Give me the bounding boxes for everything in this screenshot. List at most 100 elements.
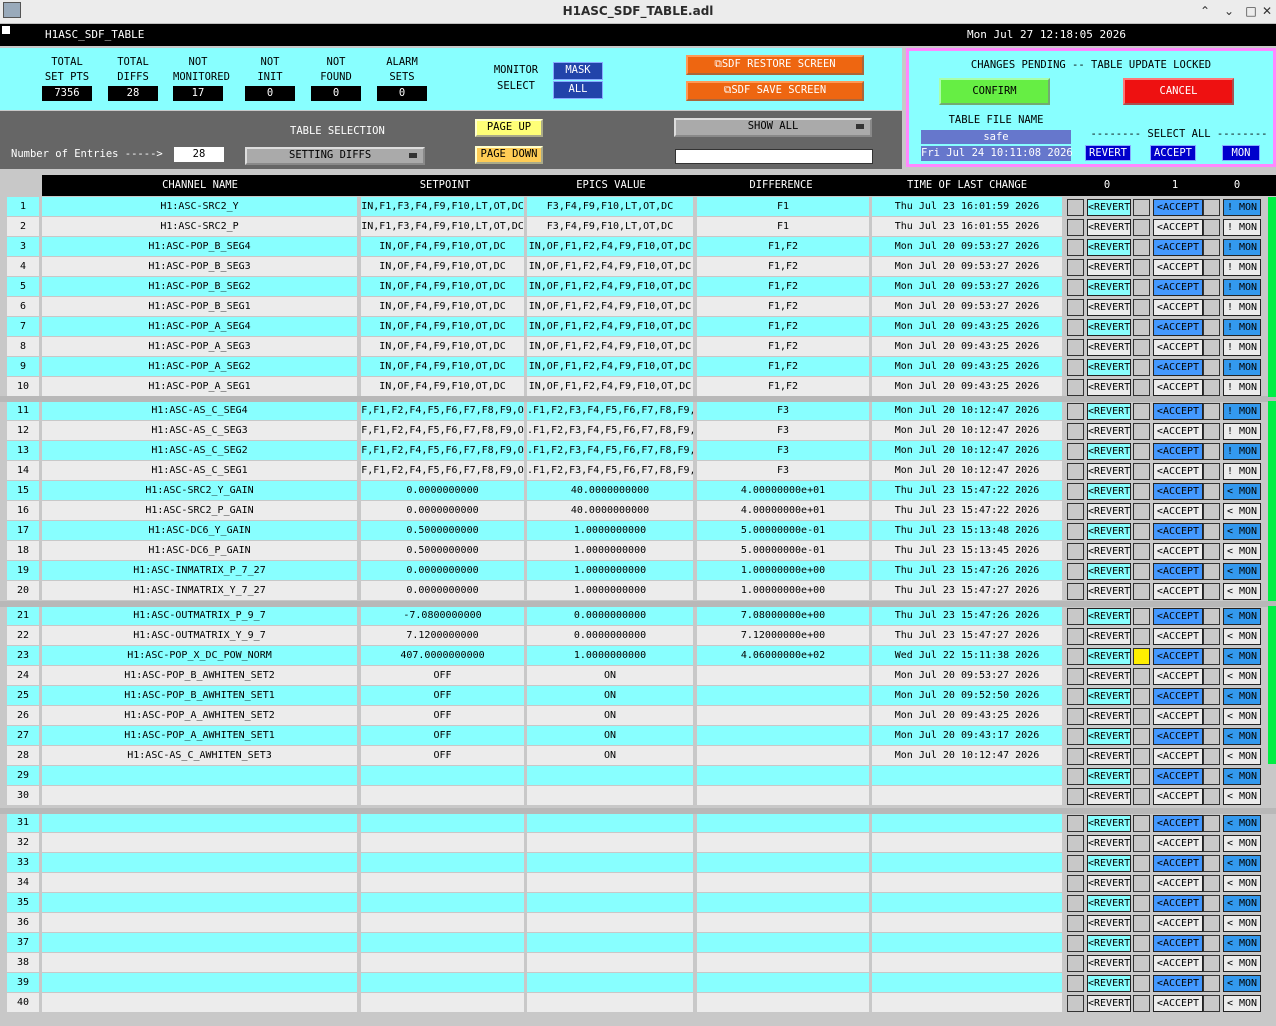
accept-checkbox[interactable] (1133, 199, 1150, 216)
mon-button[interactable]: ! MON (1223, 219, 1261, 236)
revert-button[interactable]: <REVERT (1087, 563, 1131, 580)
mon-button[interactable]: < MON (1223, 875, 1261, 892)
mon-button[interactable]: < MON (1223, 708, 1261, 725)
revert-checkbox[interactable] (1067, 975, 1084, 992)
revert-checkbox[interactable] (1067, 259, 1084, 276)
revert-checkbox[interactable] (1067, 628, 1084, 645)
mon-button[interactable]: < MON (1223, 995, 1261, 1012)
accept-checkbox[interactable] (1133, 359, 1150, 376)
revert-button[interactable]: <REVERT (1087, 995, 1131, 1012)
accept-checkbox[interactable] (1133, 403, 1150, 420)
revert-button[interactable]: <REVERT (1087, 628, 1131, 645)
revert-checkbox[interactable] (1067, 199, 1084, 216)
revert-button[interactable]: <REVERT (1087, 219, 1131, 236)
accept-checkbox[interactable] (1133, 875, 1150, 892)
revert-checkbox[interactable] (1067, 708, 1084, 725)
revert-checkbox[interactable] (1067, 339, 1084, 356)
accept-checkbox[interactable] (1133, 379, 1150, 396)
revert-checkbox[interactable] (1067, 815, 1084, 832)
accept-button[interactable]: <ACCEPT (1153, 708, 1203, 725)
accept-button[interactable]: <ACCEPT (1153, 219, 1203, 236)
show-all-menu[interactable]: SHOW ALL (674, 118, 872, 137)
accept-checkbox[interactable] (1133, 935, 1150, 952)
mon-button[interactable]: ! MON (1223, 359, 1261, 376)
revert-button[interactable]: <REVERT (1087, 523, 1131, 540)
mon-checkbox[interactable] (1203, 815, 1220, 832)
accept-button[interactable]: <ACCEPT (1153, 583, 1203, 600)
revert-button[interactable]: <REVERT (1087, 955, 1131, 972)
accept-checkbox[interactable] (1133, 583, 1150, 600)
accept-checkbox[interactable] (1133, 895, 1150, 912)
accept-checkbox[interactable] (1133, 915, 1150, 932)
revert-checkbox[interactable] (1067, 279, 1084, 296)
revert-button[interactable]: <REVERT (1087, 379, 1131, 396)
mon-checkbox[interactable] (1203, 503, 1220, 520)
revert-button[interactable]: <REVERT (1087, 668, 1131, 685)
revert-button[interactable]: <REVERT (1087, 708, 1131, 725)
accept-button[interactable]: <ACCEPT (1153, 608, 1203, 625)
accept-checkbox[interactable] (1133, 855, 1150, 872)
select-all-accept-button[interactable]: ACCEPT (1150, 145, 1196, 161)
mon-checkbox[interactable] (1203, 299, 1220, 316)
mon-button[interactable]: ! MON (1223, 239, 1261, 256)
revert-button[interactable]: <REVERT (1087, 319, 1131, 336)
accept-checkbox[interactable] (1133, 748, 1150, 765)
mon-checkbox[interactable] (1203, 895, 1220, 912)
accept-button[interactable]: <ACCEPT (1153, 523, 1203, 540)
accept-button[interactable]: <ACCEPT (1153, 835, 1203, 852)
mon-checkbox[interactable] (1203, 668, 1220, 685)
revert-button[interactable]: <REVERT (1087, 259, 1131, 276)
revert-checkbox[interactable] (1067, 995, 1084, 1012)
revert-button[interactable]: <REVERT (1087, 503, 1131, 520)
all-button[interactable]: ALL (553, 81, 603, 99)
mon-checkbox[interactable] (1203, 379, 1220, 396)
accept-checkbox[interactable] (1133, 259, 1150, 276)
accept-button[interactable]: <ACCEPT (1153, 503, 1203, 520)
mon-button[interactable]: < MON (1223, 503, 1261, 520)
accept-checkbox[interactable] (1133, 975, 1150, 992)
mon-checkbox[interactable] (1203, 628, 1220, 645)
accept-button[interactable]: <ACCEPT (1153, 463, 1203, 480)
page-up-button[interactable]: PAGE UP (475, 119, 543, 137)
mon-button[interactable]: ! MON (1223, 279, 1261, 296)
accept-button[interactable]: <ACCEPT (1153, 563, 1203, 580)
revert-checkbox[interactable] (1067, 648, 1084, 665)
mon-button[interactable]: < MON (1223, 628, 1261, 645)
revert-checkbox[interactable] (1067, 688, 1084, 705)
revert-checkbox[interactable] (1067, 768, 1084, 785)
revert-button[interactable]: <REVERT (1087, 279, 1131, 296)
revert-checkbox[interactable] (1067, 319, 1084, 336)
mon-button[interactable]: < MON (1223, 688, 1261, 705)
mon-button[interactable]: < MON (1223, 668, 1261, 685)
accept-button[interactable]: <ACCEPT (1153, 543, 1203, 560)
revert-checkbox[interactable] (1067, 443, 1084, 460)
mon-button[interactable]: < MON (1223, 523, 1261, 540)
revert-button[interactable]: <REVERT (1087, 339, 1131, 356)
revert-button[interactable]: <REVERT (1087, 975, 1131, 992)
mon-checkbox[interactable] (1203, 483, 1220, 500)
accept-checkbox[interactable] (1133, 299, 1150, 316)
revert-checkbox[interactable] (1067, 483, 1084, 500)
mon-button[interactable]: < MON (1223, 975, 1261, 992)
mon-checkbox[interactable] (1203, 875, 1220, 892)
revert-button[interactable]: <REVERT (1087, 299, 1131, 316)
accept-button[interactable]: <ACCEPT (1153, 359, 1203, 376)
accept-checkbox[interactable] (1133, 279, 1150, 296)
accept-button[interactable]: <ACCEPT (1153, 915, 1203, 932)
revert-checkbox[interactable] (1067, 359, 1084, 376)
mon-checkbox[interactable] (1203, 728, 1220, 745)
mon-button[interactable]: ! MON (1223, 259, 1261, 276)
revert-button[interactable]: <REVERT (1087, 583, 1131, 600)
revert-checkbox[interactable] (1067, 503, 1084, 520)
mon-checkbox[interactable] (1203, 463, 1220, 480)
cancel-button[interactable]: CANCEL (1123, 78, 1234, 105)
revert-checkbox[interactable] (1067, 608, 1084, 625)
mon-button[interactable]: ! MON (1223, 379, 1261, 396)
revert-checkbox[interactable] (1067, 583, 1084, 600)
mon-button[interactable]: < MON (1223, 768, 1261, 785)
mon-button[interactable]: < MON (1223, 955, 1261, 972)
mon-button[interactable]: < MON (1223, 648, 1261, 665)
accept-button[interactable]: <ACCEPT (1153, 768, 1203, 785)
mon-button[interactable]: ! MON (1223, 319, 1261, 336)
mon-button[interactable]: < MON (1223, 895, 1261, 912)
